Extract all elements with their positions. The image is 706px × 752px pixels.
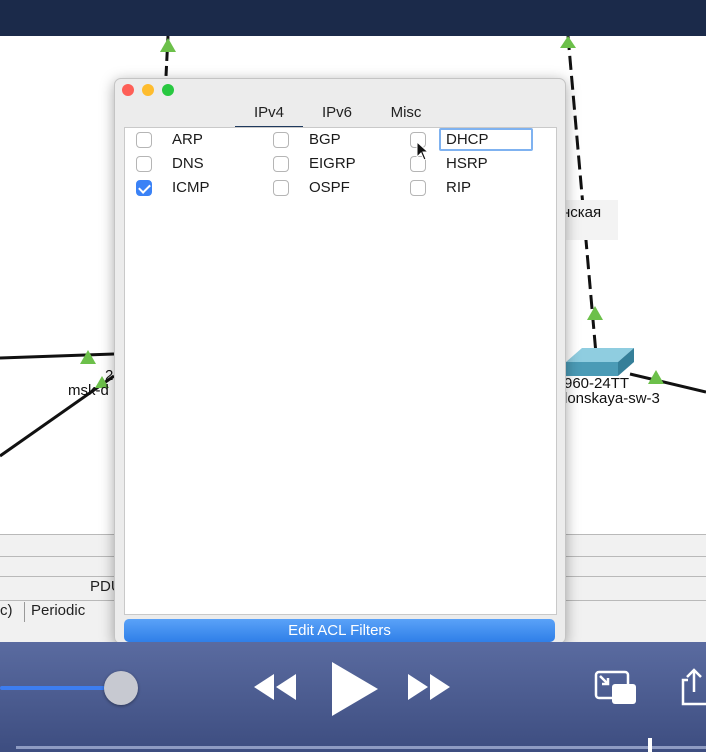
area-label: нская — [562, 204, 602, 221]
link-status-icon — [587, 306, 603, 320]
arp-label: ARP — [172, 131, 203, 148]
player-controls — [0, 642, 706, 752]
share-icon[interactable] — [680, 666, 706, 706]
link-status-icon — [80, 350, 96, 364]
link — [0, 352, 115, 360]
window-title-bar — [0, 0, 706, 36]
dns-label: DNS — [172, 155, 204, 172]
device-name-label: msk-d — [68, 382, 109, 399]
link-status-icon — [160, 38, 176, 52]
icmp-checkbox[interactable] — [136, 180, 152, 196]
edit-acl-filters-button[interactable]: Edit ACL Filters — [124, 619, 555, 642]
playback-progress-track[interactable] — [16, 746, 706, 749]
icmp-label: ICMP — [172, 179, 210, 196]
playback-playhead[interactable] — [648, 738, 652, 752]
link-status-icon — [648, 370, 664, 384]
tab-misc[interactable]: Misc — [371, 99, 441, 126]
eigrp-checkbox[interactable] — [273, 156, 289, 172]
play-icon[interactable] — [330, 660, 380, 718]
close-window-button[interactable] — [122, 84, 134, 96]
rip-checkbox[interactable] — [410, 180, 426, 196]
picture-in-picture-icon[interactable] — [594, 670, 638, 706]
event-filter-dialog: IPv4 IPv6 Misc ARP BGP DHCP DNS EIGRP HS… — [114, 78, 566, 644]
fast-forward-icon[interactable] — [406, 672, 452, 702]
ospf-label: OSPF — [309, 179, 350, 196]
dashed-link — [566, 36, 598, 355]
switch-name-label: lonskaya-sw-3 — [564, 390, 660, 407]
column-fragment: c) — [0, 602, 13, 619]
periodic-column-header: Periodic — [31, 602, 86, 619]
arp-checkbox[interactable] — [136, 132, 152, 148]
volume-slider-track[interactable] — [0, 686, 120, 690]
minimize-window-button[interactable] — [142, 84, 154, 96]
bgp-label: BGP — [309, 131, 341, 148]
tab-ipv4[interactable]: IPv4 — [235, 99, 303, 130]
eigrp-label: EIGRP — [309, 155, 356, 172]
zoom-window-button[interactable] — [162, 84, 174, 96]
ospf-checkbox[interactable] — [273, 180, 289, 196]
cursor-icon — [416, 141, 430, 161]
volume-slider-knob[interactable] — [104, 671, 138, 705]
switch-icon — [566, 348, 634, 376]
bgp-checkbox[interactable] — [273, 132, 289, 148]
rip-label: RIP — [446, 179, 472, 196]
tab-ipv6[interactable]: IPv6 — [305, 99, 369, 126]
rewind-icon[interactable] — [252, 672, 298, 702]
protocol-filter-list: ARP BGP DHCP DNS EIGRP HSRP ICMP OSPF RI… — [124, 127, 557, 615]
dns-checkbox[interactable] — [136, 156, 152, 172]
link-status-icon — [560, 36, 576, 48]
dhcp-label: DHCP — [439, 128, 533, 151]
hsrp-label: HSRP — [446, 155, 488, 172]
